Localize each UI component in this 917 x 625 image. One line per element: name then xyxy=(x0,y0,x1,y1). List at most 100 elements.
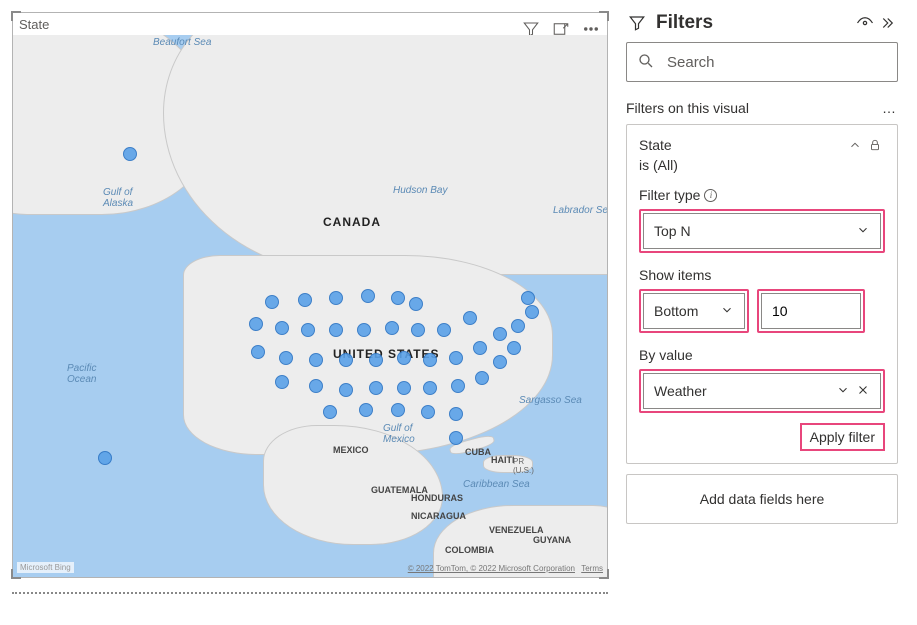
map-marker[interactable] xyxy=(397,351,411,365)
sea-label: Pacific Ocean xyxy=(67,363,96,385)
filter-type-select[interactable]: Top N xyxy=(643,213,881,249)
map-marker[interactable] xyxy=(397,381,411,395)
info-icon[interactable]: i xyxy=(704,189,717,202)
map-marker[interactable] xyxy=(449,351,463,365)
sea-label: Hudson Bay xyxy=(393,185,447,196)
search-box[interactable] xyxy=(626,42,898,82)
sea-label: Gulf of Mexico xyxy=(383,423,415,445)
map-marker[interactable] xyxy=(265,295,279,309)
map-marker[interactable] xyxy=(421,405,435,419)
region-label: GUYANA xyxy=(533,535,571,545)
map-marker[interactable] xyxy=(369,381,383,395)
show-items-count-input[interactable] xyxy=(761,293,861,329)
visual-title: State xyxy=(19,17,49,32)
region-label: NICARAGUA xyxy=(411,511,466,521)
map-marker[interactable] xyxy=(251,345,265,359)
sea-label: Labrador Sea xyxy=(553,205,607,216)
map-marker[interactable] xyxy=(369,353,383,367)
map-marker[interactable] xyxy=(511,319,525,333)
map-marker[interactable] xyxy=(475,371,489,385)
map-marker[interactable] xyxy=(98,451,112,465)
map-marker[interactable] xyxy=(449,407,463,421)
region-label: HAITI xyxy=(491,455,515,465)
by-value-label: By value xyxy=(639,347,693,363)
apply-filter-button[interactable]: Apply filter xyxy=(800,423,885,451)
show-items-label: Show items xyxy=(639,267,711,283)
visibility-icon[interactable] xyxy=(854,12,876,34)
collapse-pane-icon[interactable] xyxy=(876,12,898,34)
map-marker[interactable] xyxy=(437,323,451,337)
filter-condition: is (All) xyxy=(639,157,885,173)
attribution-terms-link[interactable]: Terms xyxy=(581,564,603,573)
map-marker[interactable] xyxy=(423,381,437,395)
map-marker[interactable] xyxy=(391,291,405,305)
by-value-select[interactable]: Weather xyxy=(643,373,881,409)
map-marker[interactable] xyxy=(329,291,343,305)
map-marker[interactable] xyxy=(385,321,399,335)
chevron-down-icon xyxy=(856,223,870,240)
map-marker[interactable] xyxy=(309,379,323,393)
map-marker[interactable] xyxy=(357,323,371,337)
sea-label: Caribbean Sea xyxy=(463,479,530,490)
filter-field-name: State xyxy=(639,137,845,153)
map-marker[interactable] xyxy=(493,355,507,369)
map-marker[interactable] xyxy=(423,353,437,367)
sea-label: Sargasso Sea xyxy=(519,395,582,406)
map-marker[interactable] xyxy=(473,341,487,355)
section-title: Filters on this visual xyxy=(626,100,882,116)
region-label: VENEZUELA xyxy=(489,525,544,535)
map-marker[interactable] xyxy=(409,297,423,311)
map-marker[interactable] xyxy=(279,351,293,365)
lock-icon[interactable] xyxy=(865,135,885,155)
section-more-icon[interactable]: … xyxy=(882,100,898,116)
region-label: MEXICO xyxy=(333,445,369,455)
chevron-down-icon xyxy=(720,303,734,320)
map-marker[interactable] xyxy=(301,323,315,337)
search-icon xyxy=(637,52,655,73)
map-marker[interactable] xyxy=(123,147,137,161)
region-label: CUBA xyxy=(465,447,491,457)
search-input[interactable] xyxy=(665,53,887,72)
sea-label: Gulf of Alaska xyxy=(103,187,133,209)
map-visual[interactable]: State Microsoft Bing © 2022 TomTom, © 20… xyxy=(12,12,608,578)
map-marker[interactable] xyxy=(361,289,375,303)
map-marker[interactable] xyxy=(525,305,539,319)
sea-label: Beaufort Sea xyxy=(153,37,211,48)
map-marker[interactable] xyxy=(451,379,465,393)
filters-header-text: Filters xyxy=(656,12,713,34)
map-marker[interactable] xyxy=(507,341,521,355)
filters-header: Filters xyxy=(626,12,854,34)
filter-card-state: State is (All) Filter type i Top N Show … xyxy=(626,124,898,464)
add-fields-dropzone[interactable]: Add data fields here xyxy=(626,474,898,524)
map-marker[interactable] xyxy=(309,353,323,367)
map-marker[interactable] xyxy=(339,383,353,397)
map-marker[interactable] xyxy=(275,375,289,389)
map-canvas[interactable]: Microsoft Bing © 2022 TomTom, © 2022 Mic… xyxy=(13,35,607,577)
clear-icon[interactable] xyxy=(856,383,870,400)
map-marker[interactable] xyxy=(323,405,337,419)
map-marker[interactable] xyxy=(329,323,343,337)
show-items-mode-value: Bottom xyxy=(654,303,720,319)
filter-type-value: Top N xyxy=(654,223,856,239)
attribution-microsoft: Microsoft Bing xyxy=(17,562,74,573)
map-marker[interactable] xyxy=(463,311,477,325)
map-marker[interactable] xyxy=(449,431,463,445)
map-marker[interactable] xyxy=(359,403,373,417)
map-marker[interactable] xyxy=(249,317,263,331)
country-label: CANADA xyxy=(323,215,381,229)
map-marker[interactable] xyxy=(339,353,353,367)
show-items-mode-select[interactable]: Bottom xyxy=(643,293,745,329)
filters-pane: Filters Filters on this visual … State i… xyxy=(626,12,898,613)
map-marker[interactable] xyxy=(298,293,312,307)
map-marker[interactable] xyxy=(391,403,405,417)
filter-type-label: Filter type xyxy=(639,187,700,203)
map-marker[interactable] xyxy=(411,323,425,337)
by-value-value: Weather xyxy=(654,383,836,399)
filter-icon xyxy=(626,12,648,34)
chevron-down-icon xyxy=(836,383,850,400)
attribution-text: © 2022 TomTom, © 2022 Microsoft Corporat… xyxy=(408,564,575,573)
chevron-up-icon[interactable] xyxy=(845,135,865,155)
map-marker[interactable] xyxy=(275,321,289,335)
map-marker[interactable] xyxy=(521,291,535,305)
map-marker[interactable] xyxy=(493,327,507,341)
